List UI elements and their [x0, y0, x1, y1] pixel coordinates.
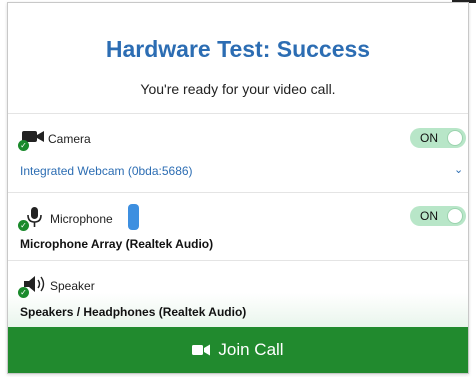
- microphone-label: Microphone: [50, 212, 113, 226]
- hardware-test-panel: Hardware Test: Success You're ready for …: [7, 2, 469, 374]
- divider: [8, 113, 468, 114]
- toggle-knob: [447, 130, 463, 146]
- toggle-knob: [447, 208, 463, 224]
- chevron-down-icon[interactable]: ⌄: [454, 163, 463, 176]
- divider: [8, 192, 468, 193]
- microphone-device[interactable]: Microphone Array (Realtek Audio): [20, 237, 213, 251]
- speaker-label: Speaker: [50, 279, 95, 293]
- camera-toggle[interactable]: ON: [410, 128, 466, 148]
- microphone-toggle-text: ON: [420, 209, 438, 223]
- check-icon: ✓: [18, 287, 29, 298]
- speaker-device[interactable]: Speakers / Headphones (Realtek Audio): [20, 305, 246, 319]
- check-icon: ✓: [18, 140, 29, 151]
- join-call-button[interactable]: Join Call: [8, 327, 468, 373]
- panel-header: Hardware Test: Success You're ready for …: [8, 3, 468, 113]
- divider: [8, 260, 468, 261]
- camera-toggle-text: ON: [420, 131, 438, 145]
- page-subtitle: You're ready for your video call.: [140, 81, 336, 97]
- microphone-level-meter: [128, 204, 139, 230]
- microphone-toggle[interactable]: ON: [410, 206, 466, 226]
- camera-device-select[interactable]: Integrated Webcam (0bda:5686): [20, 164, 193, 178]
- page-title: Hardware Test: Success: [105, 36, 371, 62]
- camera-label: Camera: [48, 132, 91, 146]
- check-icon: ✓: [18, 220, 29, 231]
- join-call-label: Join Call: [218, 340, 284, 359]
- video-camera-icon: [192, 344, 211, 356]
